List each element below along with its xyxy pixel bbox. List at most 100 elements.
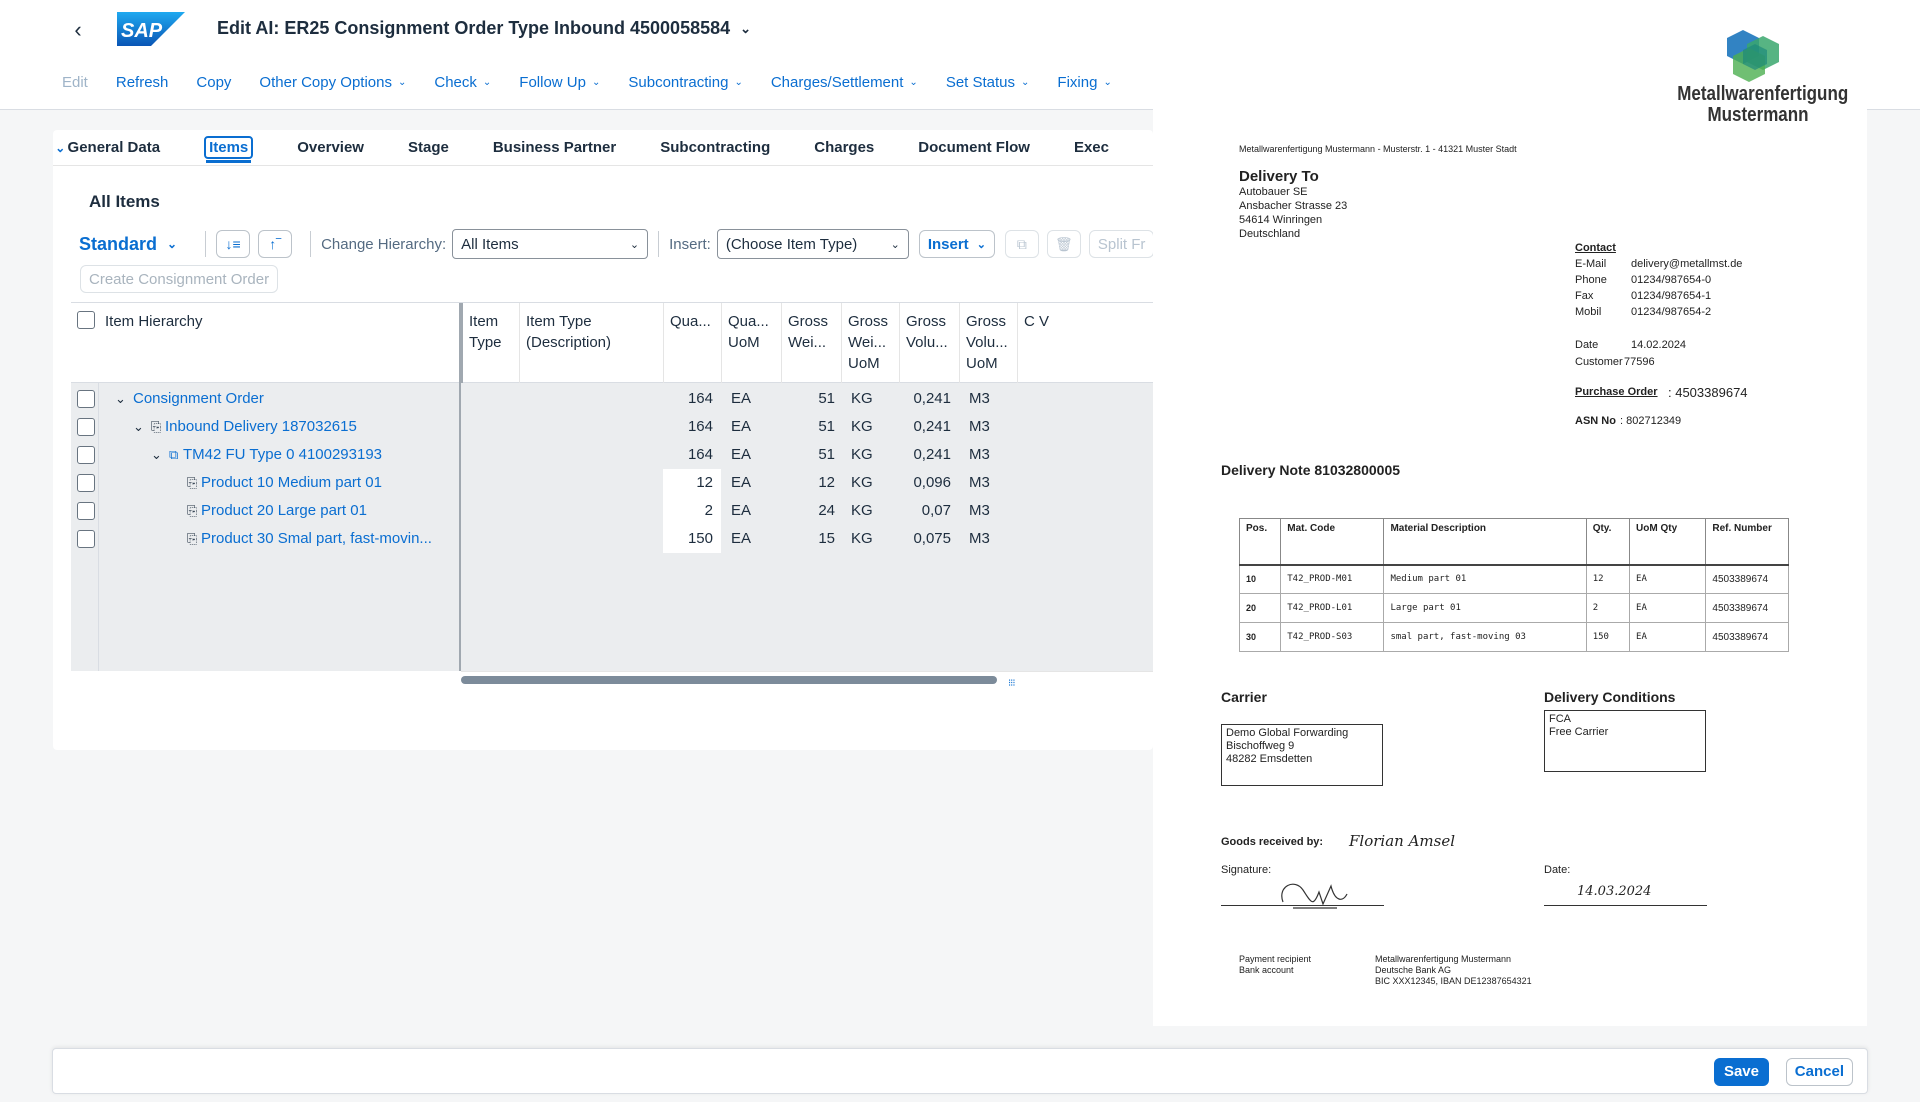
follow-up-button[interactable]: Follow Up ⌄ xyxy=(519,74,600,91)
item-hierarchy-link[interactable]: Consignment Order xyxy=(133,385,459,413)
item-hierarchy-link[interactable]: Product 20 Large part 01 xyxy=(201,497,459,525)
chevron-down-icon[interactable]: ⌄ xyxy=(133,413,144,441)
delete-item-button[interactable]: 🗑 xyxy=(1046,230,1081,258)
dn-cell: 4503389674 xyxy=(1705,593,1789,623)
volume-cell: 0,241 xyxy=(913,446,951,463)
insert-menu-button[interactable]: Insert ⌄ xyxy=(918,230,995,258)
row-checkbox[interactable] xyxy=(77,530,95,548)
quantity-cell[interactable]: 12 xyxy=(663,469,721,497)
row-checkbox[interactable] xyxy=(77,418,95,436)
column-header-item-type-description[interactable]: Item Type (Description) xyxy=(519,303,663,383)
fixed-column-divider[interactable] xyxy=(459,303,461,671)
create-consignment-order-label: Create Consignment Order xyxy=(89,270,270,288)
item-hierarchy-link[interactable]: TM42 FU Type 0 4100293193 xyxy=(183,441,459,469)
weight-cell: 15 xyxy=(818,530,835,547)
save-button[interactable]: Save xyxy=(1713,1058,1769,1086)
refresh-button[interactable]: Refresh xyxy=(116,74,169,91)
logo-line-1: Metallwarenfertigung xyxy=(1677,83,1849,105)
change-hierarchy-select[interactable]: All Items ⌄ xyxy=(452,229,649,259)
dn-column-header: Material Description xyxy=(1383,518,1587,566)
column-header-c-v[interactable]: C V xyxy=(1017,303,1153,383)
weight-cell: 51 xyxy=(818,390,835,407)
app-title[interactable]: Edit AI: ER25 Consignment Order Type Inb… xyxy=(217,18,751,39)
column-header-gross-wei[interactable]: Gross Wei... xyxy=(781,303,841,383)
check-button[interactable]: Check ⌄ xyxy=(434,74,491,91)
weight-cell: 12 xyxy=(818,474,835,491)
tab-charges[interactable]: Charges xyxy=(814,139,874,156)
logo-line-2: Mustermann xyxy=(1707,104,1809,126)
split-button[interactable]: Split Fr xyxy=(1088,230,1153,258)
tab-exec[interactable]: Exec xyxy=(1074,139,1109,156)
chevron-down-icon[interactable]: ⌄ xyxy=(115,385,126,413)
delivery-note-header: Pos. Mat. Code Material Description Qty. UoM… xyxy=(1238,518,1789,566)
select-all-checkbox[interactable] xyxy=(77,311,95,329)
customer-label: Customer xyxy=(1575,356,1623,368)
scrollbar-thumb[interactable] xyxy=(461,676,997,684)
address-line: 54614 Winringen xyxy=(1239,214,1323,226)
item-hierarchy-link[interactable]: Inbound Delivery 187032615 xyxy=(165,413,459,441)
chevron-down-icon: ⌄ xyxy=(976,238,986,251)
qty-uom-cell: EA xyxy=(731,530,752,547)
po-value: : 4503389674 xyxy=(1668,385,1748,400)
horizontal-scrollbar[interactable] xyxy=(461,671,1153,685)
separator xyxy=(658,231,660,257)
tab-overview[interactable]: Overview xyxy=(297,139,364,156)
freight-unit-icon: ⧉ xyxy=(169,447,179,462)
create-consignment-order-button[interactable]: Create Consignment Order xyxy=(80,265,279,293)
column-header-gross-volu[interactable]: Gross Volu... xyxy=(899,303,959,383)
insert-item-type-select[interactable]: (Choose Item Type) ⌄ xyxy=(716,229,909,259)
sort-button[interactable]: ↓≡ xyxy=(216,230,251,258)
dn-cell: 10 xyxy=(1238,564,1282,594)
subcontracting-button[interactable]: Subcontracting ⌄ xyxy=(628,74,742,91)
fixing-button[interactable]: Fixing ⌄ xyxy=(1057,74,1111,91)
table-row[interactable]: ⌄ ⧉ TM42 FU Type 0 4100293193 164 EA 51 KG 0,24… xyxy=(71,441,1153,469)
charges-settlement-button[interactable]: Charges/Settlement ⌄ xyxy=(771,74,918,91)
column-header-item-type[interactable]: Item Type xyxy=(461,303,519,383)
collapse-all-button[interactable]: ↑‾ xyxy=(258,230,293,258)
table-row[interactable]: ⎘ Product 30 Smal part, fast-movin... 150 E… xyxy=(71,525,1153,553)
variant-selector[interactable]: Standard ⌄ xyxy=(79,234,177,255)
dn-cell: 30 xyxy=(1238,622,1282,652)
change-hierarchy-value: All Items xyxy=(461,235,519,253)
tab-general-data[interactable]: General Data xyxy=(68,139,161,156)
tab-subcontracting[interactable]: Subcontracting xyxy=(660,139,770,156)
copy-item-button[interactable]: ⧉ xyxy=(1004,230,1039,258)
collapse-header-icon[interactable]: ⌄ xyxy=(53,141,68,155)
item-hierarchy-link[interactable]: Product 30 Smal part, fast-movin... xyxy=(201,525,459,553)
volume-uom-cell: M3 xyxy=(969,418,990,435)
row-checkbox[interactable] xyxy=(77,474,95,492)
chevron-down-icon[interactable]: ⌄ xyxy=(151,441,162,469)
copy-button[interactable]: Copy xyxy=(196,74,231,91)
delivery-icon: ⎘ xyxy=(151,419,162,434)
tab-stage[interactable]: Stage xyxy=(408,139,449,156)
tab-business-partner[interactable]: Business Partner xyxy=(493,139,616,156)
table-row[interactable]: ⎘ Product 10 Medium part 01 12 EA 12 KG 0,096 M… xyxy=(71,469,1153,497)
row-checkbox[interactable] xyxy=(77,390,95,408)
weight-uom-cell: KG xyxy=(851,502,873,519)
set-status-button[interactable]: Set Status ⌄ xyxy=(946,74,1030,91)
resize-grip-icon[interactable]: ⁝⁝⁝ xyxy=(1008,678,1015,689)
edit-button[interactable]: Edit xyxy=(62,74,88,91)
column-header-qua[interactable]: Qua... xyxy=(663,303,721,383)
product-icon: ⎘ xyxy=(187,531,198,546)
table-row[interactable]: ⌄ ⎘ Inbound Delivery 187032615 164 EA 51 KG 0,2… xyxy=(71,413,1153,441)
column-header-item-hierarchy[interactable]: Item Hierarchy xyxy=(99,303,461,383)
sap-logo[interactable]: SAP xyxy=(117,12,185,46)
back-button[interactable]: ‹ xyxy=(64,16,92,44)
row-checkbox[interactable] xyxy=(77,446,95,464)
quantity-cell[interactable]: 2 xyxy=(663,497,721,525)
tab-items[interactable]: Items xyxy=(204,136,254,163)
payment-value: Metallwarenfertigung Mustermann xyxy=(1375,954,1512,964)
table-row[interactable]: ⌄ Consignment Order 164 EA 51 KG 0,241 M3 xyxy=(71,385,1153,413)
column-header-gross-wei-uom[interactable]: Gross Wei... UoM xyxy=(841,303,899,383)
other-copy-options-button[interactable]: Other Copy Options ⌄ xyxy=(259,74,406,91)
cancel-button[interactable]: Cancel xyxy=(1785,1058,1853,1086)
column-header-qua-uom[interactable]: Qua... UoM xyxy=(721,303,781,383)
tab-document-flow[interactable]: Document Flow xyxy=(918,139,1030,156)
row-checkbox[interactable] xyxy=(77,502,95,520)
column-header-gross-volu-uom[interactable]: Gross Volu... UoM xyxy=(959,303,1017,383)
table-row[interactable]: ⎘ Product 20 Large part 01 2 EA 24 KG 0,07 M3 xyxy=(71,497,1153,525)
quantity-cell[interactable]: 150 xyxy=(663,525,721,553)
trash-icon: 🗑 xyxy=(1055,235,1073,252)
item-hierarchy-link[interactable]: Product 10 Medium part 01 xyxy=(201,469,459,497)
